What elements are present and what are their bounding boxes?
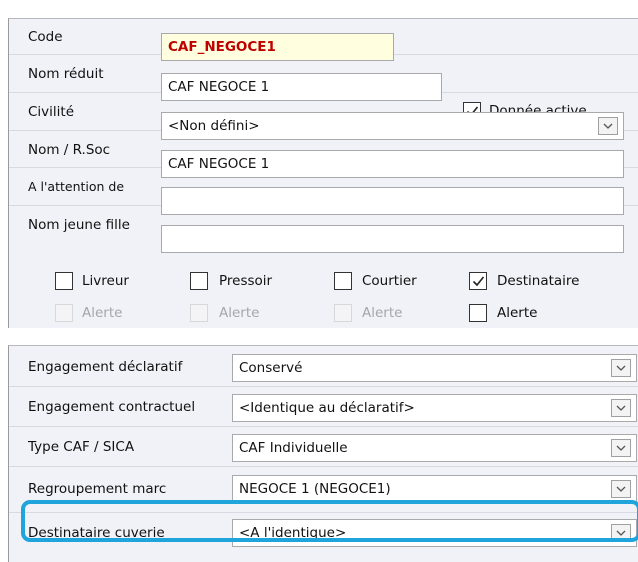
regroupement-marc-select[interactable]: NEGOCE 1 (NEGOCE1)	[232, 475, 637, 503]
pressoir-alerte-label: Alerte	[219, 305, 260, 321]
chevron-down-icon	[616, 486, 626, 492]
livreur-alerte-label: Alerte	[82, 305, 123, 321]
chevron-down-icon	[616, 405, 626, 411]
engagement-declaratif-value: Conservé	[239, 360, 303, 376]
row-nom-reduit: Nom réduit CAF NEGOCE 1 Donnée active	[9, 54, 638, 120]
nom-rsoc-label: Nom / R.Soc	[28, 142, 111, 158]
engagement-declaratif-label: Engagement déclaratif	[28, 359, 183, 375]
code-label: Code	[28, 29, 63, 45]
courtier-alerte-checkbox	[334, 304, 352, 322]
regroupement-marc-dropdown-button[interactable]	[611, 480, 631, 498]
engagement-contractuel-select[interactable]: <Identique au déclaratif>	[232, 394, 637, 422]
row-type-caf-sica: Type CAF / SICA CAF Individuelle	[9, 426, 638, 467]
regroupement-marc-label: Regroupement marc	[28, 481, 167, 497]
regroupement-marc-highlight	[21, 500, 638, 542]
type-caf-sica-value: CAF Individuelle	[239, 440, 348, 456]
engagement-declaratif-dropdown-button[interactable]	[611, 359, 631, 377]
row-engagement-contractuel: Engagement contractuel <Identique au déc…	[9, 386, 638, 427]
courtier-label: Courtier	[362, 273, 417, 289]
destinataire-alerte-checkbox[interactable]	[469, 304, 487, 322]
engagement-contractuel-label: Engagement contractuel	[28, 399, 196, 415]
pressoir-alerte-checkbox	[190, 304, 208, 322]
livreur-alerte-checkbox	[55, 304, 73, 322]
identity-panel: Code CAF_NEGOCE1 Nom réduit CAF NEGOCE 1…	[8, 18, 638, 328]
chevron-down-icon	[616, 445, 626, 451]
attention-label: A l'attention de	[28, 179, 125, 194]
chevron-down-icon	[603, 123, 613, 129]
pressoir-label: Pressoir	[219, 273, 273, 289]
row-nom-rsoc: Nom / R.Soc CAF NEGOCE 1	[9, 130, 638, 178]
livreur-label: Livreur	[82, 273, 129, 289]
destinataire-label: Destinataire	[497, 273, 580, 289]
engagement-contractuel-dropdown-button[interactable]	[611, 399, 631, 417]
row-engagement-declaratif: Engagement déclaratif Conservé	[9, 346, 638, 387]
type-caf-sica-label: Type CAF / SICA	[28, 439, 135, 455]
nom-jeune-fille-label: Nom jeune fille	[28, 217, 130, 233]
engagement-contractuel-value: <Identique au déclaratif>	[239, 400, 415, 416]
regroupement-marc-value: NEGOCE 1 (NEGOCE1)	[239, 481, 391, 497]
chevron-down-icon	[616, 365, 626, 371]
nom-reduit-label: Nom réduit	[28, 66, 104, 82]
engagement-declaratif-select[interactable]: Conservé	[232, 354, 637, 382]
nom-jeune-fille-field[interactable]	[161, 225, 624, 253]
pressoir-checkbox[interactable]	[190, 272, 208, 290]
livreur-checkbox[interactable]	[55, 272, 73, 290]
row-code: Code CAF_NEGOCE1	[9, 19, 638, 61]
type-caf-sica-select[interactable]: CAF Individuelle	[232, 434, 637, 462]
courtier-checkbox[interactable]	[334, 272, 352, 290]
row-civilite: Civilité <Non défini>	[9, 92, 638, 140]
check-icon	[472, 276, 485, 287]
type-caf-sica-dropdown-button[interactable]	[611, 439, 631, 457]
destinataire-checkbox[interactable]	[469, 272, 487, 290]
destinataire-alerte-label: Alerte	[497, 305, 538, 321]
courtier-alerte-label: Alerte	[362, 305, 403, 321]
row-attention: A l'attention de	[9, 167, 638, 215]
civilite-label: Civilité	[28, 104, 75, 120]
